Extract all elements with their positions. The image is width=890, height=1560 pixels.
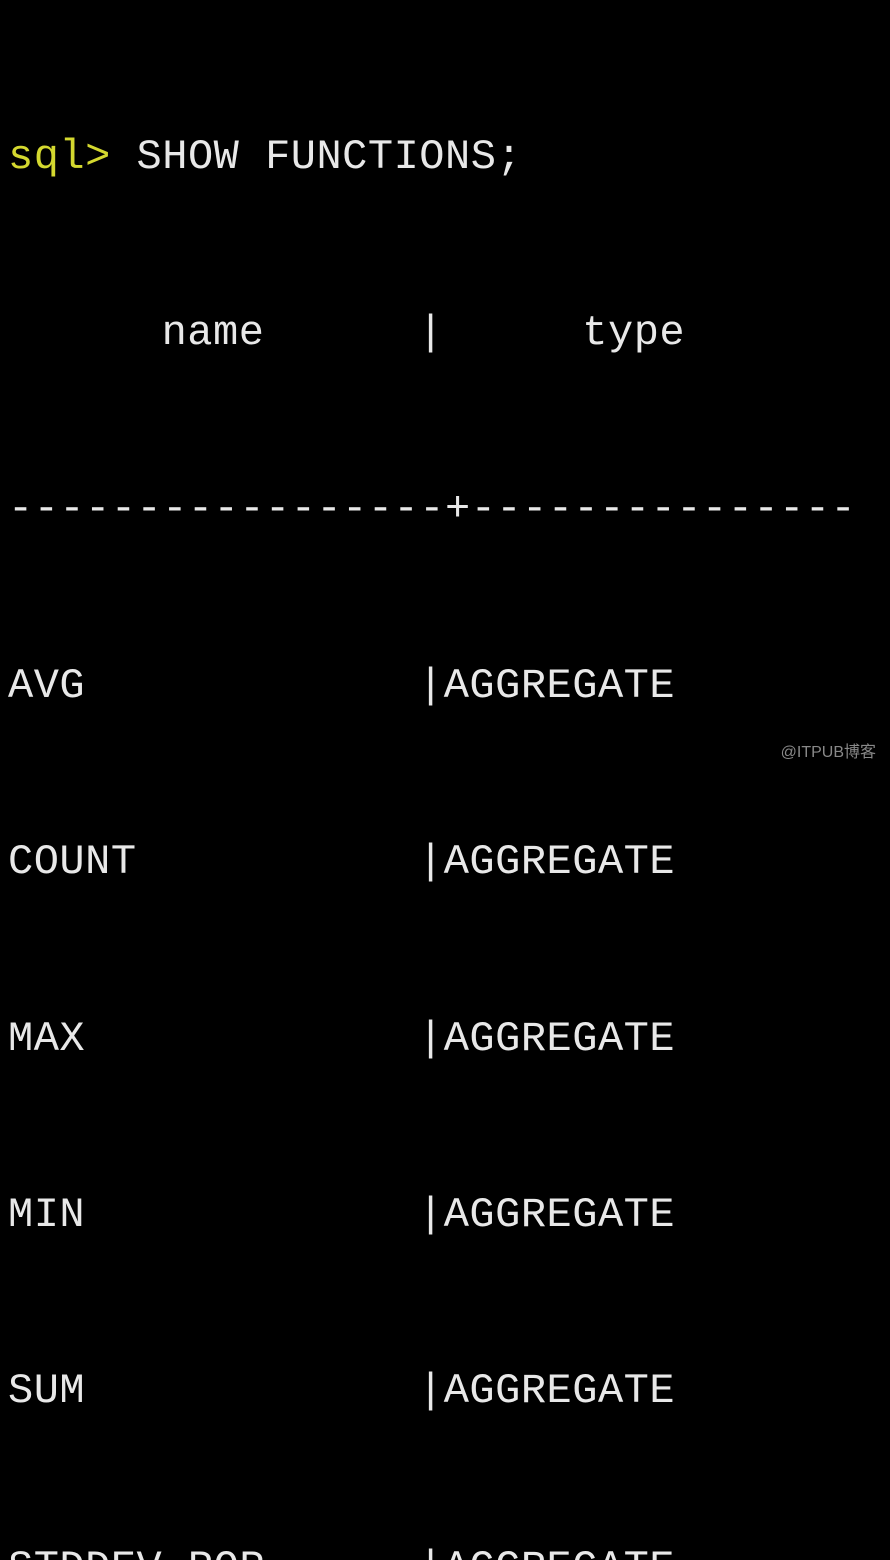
cell-type: AGGREGATE [444, 1539, 675, 1560]
prompt-line: sql> SHOW FUNCTIONS; [8, 128, 882, 187]
header-name: name [8, 304, 418, 363]
cell-name: STDDEV_POP [8, 1539, 418, 1560]
table-row: COUNT|AGGREGATE [8, 833, 882, 892]
table-row: MIN|AGGREGATE [8, 1186, 882, 1245]
divider-left: ----------------- [8, 485, 445, 533]
cell-separator: | [418, 1010, 444, 1069]
sql-command: SHOW FUNCTIONS; [137, 133, 523, 181]
table-row: STDDEV_POP|AGGREGATE [8, 1539, 882, 1560]
table-row: AVG|AGGREGATE [8, 657, 882, 716]
cell-separator: | [418, 1362, 444, 1421]
cell-type: AGGREGATE [444, 657, 675, 716]
cell-type: AGGREGATE [444, 1010, 675, 1069]
cell-name: MAX [8, 1010, 418, 1069]
watermark: @ITPUB博客 [781, 738, 876, 762]
cell-separator: | [418, 657, 444, 716]
table-divider: -----------------+--------------- [8, 480, 882, 539]
cell-type: AGGREGATE [444, 833, 675, 892]
cell-name: SUM [8, 1362, 418, 1421]
table-header: name|type [8, 304, 882, 363]
divider-cross: + [445, 485, 471, 533]
cell-separator: | [418, 1186, 444, 1245]
cell-name: MIN [8, 1186, 418, 1245]
cell-name: COUNT [8, 833, 418, 892]
table-row: SUM|AGGREGATE [8, 1362, 882, 1421]
cell-type: AGGREGATE [444, 1186, 675, 1245]
cell-type: AGGREGATE [444, 1362, 675, 1421]
divider-right: --------------- [471, 485, 857, 533]
terminal-output[interactable]: sql> SHOW FUNCTIONS; name|type ---------… [8, 10, 882, 1560]
sql-prompt: sql> [8, 133, 111, 181]
cell-separator: | [418, 1539, 444, 1560]
cell-separator: | [418, 833, 444, 892]
table-row: MAX|AGGREGATE [8, 1010, 882, 1069]
cell-name: AVG [8, 657, 418, 716]
header-type: type [444, 304, 824, 363]
header-separator: | [418, 309, 444, 357]
